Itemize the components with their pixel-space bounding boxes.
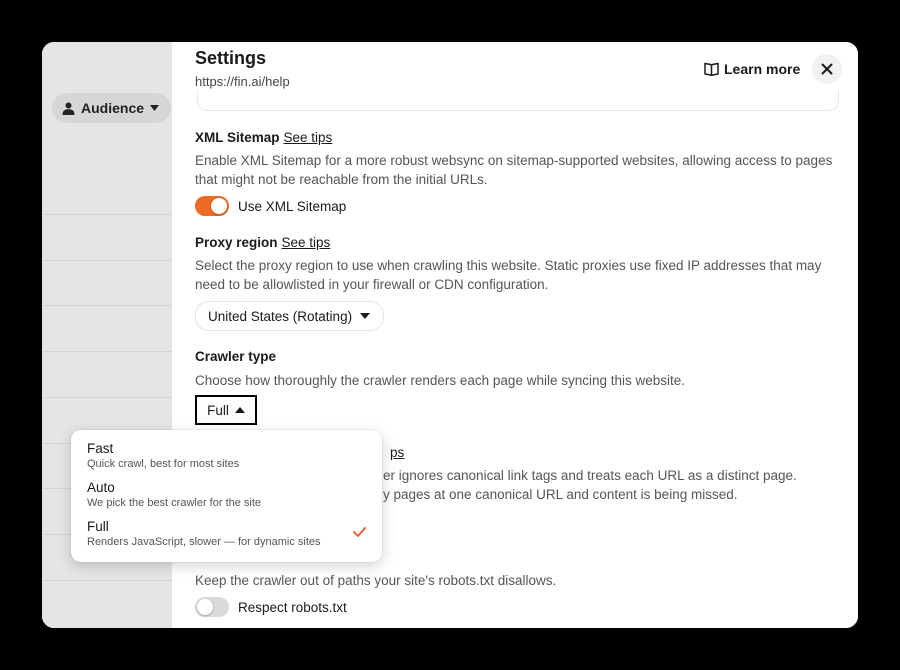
divider [42, 580, 172, 581]
proxy-region-title: Proxy region See tips [195, 235, 330, 250]
crawler-type-dropdown: Fast Quick crawl, best for most sites Au… [71, 430, 382, 562]
caret-down-icon [150, 105, 160, 111]
crawler-type-select[interactable]: Full [195, 395, 257, 425]
crawler-type-description: Choose how thoroughly the crawler render… [195, 373, 686, 388]
toggle-knob [211, 198, 227, 214]
audience-label: Audience [81, 100, 145, 116]
previous-section-card [197, 90, 839, 111]
panel-subtitle-url: https://fin.ai/help [195, 74, 290, 89]
robots-toggle-label: Respect robots.txt [238, 599, 347, 615]
xml-sitemap-toggle-row: Use XML Sitemap [195, 195, 346, 217]
xml-sitemap-title-text: XML Sitemap [195, 130, 280, 145]
crawler-option-full[interactable]: Full Renders JavaScript, slower — for dy… [87, 519, 372, 548]
proxy-region-value: United States (Rotating) [208, 308, 353, 324]
xml-sitemap-title: XML Sitemap See tips [195, 130, 332, 145]
robots-toggle[interactable] [195, 597, 229, 617]
option-label: Fast [87, 441, 114, 456]
robots-description: Keep the crawler out of paths your site'… [195, 573, 557, 588]
caret-down-icon [360, 313, 371, 319]
option-description: Quick crawl, best for most sites [87, 458, 240, 470]
xml-sitemap-toggle[interactable] [195, 196, 229, 216]
robots-toggle-row: Respect robots.txt [195, 596, 347, 618]
xml-sitemap-description: Enable XML Sitemap for a more robust web… [195, 153, 833, 187]
learn-more-label: Learn more [724, 61, 801, 77]
divider [42, 305, 172, 306]
crawler-type-title: Crawler type [195, 349, 277, 364]
proxy-region-title-text: Proxy region [195, 235, 278, 250]
xml-sitemap-toggle-label: Use XML Sitemap [238, 198, 347, 214]
xml-sitemap-tips-link[interactable]: See tips [284, 130, 333, 145]
canonical-description-line-2: y pages at one canonical URL and content… [383, 487, 738, 502]
checkmark-icon [353, 527, 366, 537]
option-description: We pick the best crawler for the site [87, 497, 262, 509]
close-button[interactable] [812, 54, 842, 84]
proxy-region-select[interactable]: United States (Rotating) [195, 301, 385, 331]
divider [42, 260, 172, 261]
option-label: Full [87, 519, 109, 534]
crawler-type-value: Full [207, 402, 229, 418]
divider [42, 351, 172, 352]
crawler-option-auto[interactable]: Auto We pick the best crawler for the si… [87, 480, 372, 509]
divider [42, 397, 172, 398]
divider [42, 214, 172, 215]
option-label: Auto [87, 480, 115, 495]
person-icon [62, 102, 75, 115]
caret-up-icon [234, 407, 245, 413]
learn-more-link[interactable]: Learn more [704, 59, 800, 79]
crawler-option-fast[interactable]: Fast Quick crawl, best for most sites [87, 441, 372, 470]
audience-filter-button[interactable]: Audience [52, 93, 172, 123]
proxy-region-description: Select the proxy region to use when craw… [195, 258, 822, 292]
canonical-description-line-1: er ignores canonical link tags and treat… [383, 468, 797, 483]
canonical-tips-link[interactable]: ps [390, 445, 404, 460]
book-icon [704, 62, 719, 76]
option-description: Renders JavaScript, slower — for dynamic… [87, 536, 321, 548]
proxy-region-tips-link[interactable]: See tips [282, 235, 331, 250]
panel-title: Settings [195, 48, 267, 68]
toggle-knob [197, 599, 213, 615]
close-icon [821, 63, 833, 75]
